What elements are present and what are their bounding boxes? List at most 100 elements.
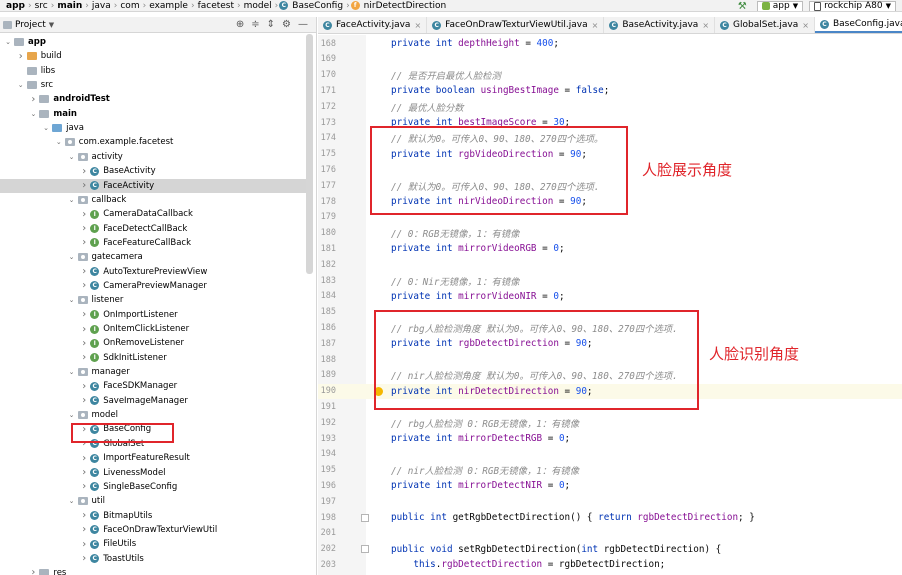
- chevron-right-icon[interactable]: ›: [80, 166, 88, 177]
- tree-item[interactable]: › C SingleBaseConfig: [0, 480, 310, 494]
- code-line[interactable]: 196 private int mirrorDetectNIR = 0;: [318, 478, 902, 493]
- tree-item[interactable]: ⌄ activity: [0, 150, 310, 164]
- minimize-icon[interactable]: —: [298, 19, 308, 30]
- chevron-right-icon[interactable]: ›: [80, 280, 88, 291]
- tree-item[interactable]: › C AutoTexturePreviewView: [0, 265, 310, 279]
- code-line[interactable]: 201: [318, 526, 902, 541]
- tree-item[interactable]: › build: [0, 49, 310, 63]
- chevron-right-icon[interactable]: ›: [80, 180, 88, 191]
- chevron-down-icon[interactable]: ⌄: [17, 81, 25, 89]
- gear-icon[interactable]: ⚙: [282, 19, 291, 30]
- chevron-down-icon[interactable]: ⌄: [68, 196, 76, 204]
- chevron-down-icon[interactable]: ⌄: [55, 138, 63, 146]
- close-icon[interactable]: ×: [702, 21, 709, 30]
- breadcrumb-item[interactable]: model: [242, 1, 274, 11]
- editor-tab[interactable]: C FaceOnDrawTexturViewUtil.java ×: [427, 17, 605, 33]
- tree-item[interactable]: › C SaveImageManager: [0, 394, 310, 408]
- tree-item[interactable]: › C BaseActivity: [0, 164, 310, 178]
- code-line[interactable]: 182: [318, 257, 902, 272]
- tree-item[interactable]: › C ToastUtils: [0, 552, 310, 566]
- tree-item[interactable]: › C LivenessModel: [0, 466, 310, 480]
- tree-item[interactable]: › C FaceOnDrawTexturViewUtil: [0, 523, 310, 537]
- chevron-right-icon[interactable]: ›: [80, 223, 88, 234]
- tree-item[interactable]: ⌄ util: [0, 494, 310, 508]
- tree-item[interactable]: › androidTest: [0, 92, 310, 106]
- code-line[interactable]: 198 public int getRgbDetectDirection() { …: [318, 510, 902, 525]
- close-icon[interactable]: ×: [592, 21, 599, 30]
- breadcrumb-item[interactable]: main: [55, 1, 84, 11]
- tree-item[interactable]: › C BitmapUtils: [0, 509, 310, 523]
- chevron-right-icon[interactable]: ›: [80, 381, 88, 392]
- tree-item[interactable]: › I CameraDataCallback: [0, 207, 310, 221]
- run-config-select[interactable]: app ▼: [756, 0, 804, 11]
- project-panel-title[interactable]: Project: [15, 20, 46, 30]
- code-line[interactable]: 170 // 是否开启最优人脸检测: [318, 68, 902, 83]
- code-line[interactable]: 169: [318, 52, 902, 67]
- code-line[interactable]: 197: [318, 494, 902, 509]
- tree-item[interactable]: ⌄ listener: [0, 293, 310, 307]
- chevron-right-icon[interactable]: ›: [80, 539, 88, 550]
- build-hammer-icon[interactable]: ⚒: [738, 1, 747, 12]
- tree-item[interactable]: › res: [0, 566, 310, 575]
- breadcrumb-item[interactable]: facetest: [196, 1, 236, 11]
- code-line[interactable]: 202 public void setRgbDetectDirection(int…: [318, 542, 902, 557]
- tree-item[interactable]: › I FaceDetectCallBack: [0, 222, 310, 236]
- code-line[interactable]: 171 private boolean usingBestImage = fals…: [318, 83, 902, 98]
- chevron-right-icon[interactable]: ›: [80, 266, 88, 277]
- device-select[interactable]: rockchip A80 ▼: [809, 0, 896, 11]
- chevron-down-icon[interactable]: ▼: [49, 21, 54, 29]
- breadcrumb-item[interactable]: java: [90, 1, 113, 11]
- chevron-right-icon[interactable]: ›: [17, 51, 25, 62]
- tree-item[interactable]: ⌄ callback: [0, 193, 310, 207]
- editor-tab[interactable]: C FaceActivity.java ×: [318, 17, 428, 33]
- tree-item[interactable]: ⌄ com.example.facetest: [0, 135, 310, 149]
- tree-item[interactable]: › C CameraPreviewManager: [0, 279, 310, 293]
- tree-item[interactable]: ⌄ manager: [0, 365, 310, 379]
- editor-tab[interactable]: C GlobalSet.java ×: [715, 17, 815, 33]
- tree-item[interactable]: › I SdkInitListener: [0, 351, 310, 365]
- editor-tab[interactable]: CBaseConfig.java×: [814, 17, 902, 33]
- chevron-right-icon[interactable]: ›: [80, 352, 88, 363]
- locate-icon[interactable]: ⊕: [236, 19, 244, 30]
- code-line[interactable]: 183 // 0：Nir无镜像，1：有镜像: [318, 273, 902, 288]
- code-line[interactable]: 193 private int mirrorDetectRGB = 0;: [318, 431, 902, 446]
- code-line[interactable]: 192 // rbg人脸检测 0：RGB无镜像，1：有镜像: [318, 415, 902, 430]
- close-icon[interactable]: ×: [414, 21, 421, 30]
- tree-item[interactable]: › C FileUtils: [0, 537, 310, 551]
- chevron-right-icon[interactable]: ›: [80, 309, 88, 320]
- tree-item[interactable]: ⌄ gatecamera: [0, 250, 310, 264]
- close-icon[interactable]: ×: [802, 21, 809, 30]
- chevron-right-icon[interactable]: ›: [80, 338, 88, 349]
- tree-item[interactable]: › C ImportFeatureResult: [0, 451, 310, 465]
- tree-item[interactable]: › C FaceActivity: [0, 178, 310, 193]
- breadcrumb-item[interactable]: nirDetectDirection: [362, 1, 449, 11]
- code-line[interactable]: 181 private int mirrorVideoRGB = 0;: [318, 241, 902, 256]
- tree-item[interactable]: libs: [0, 64, 310, 78]
- chevron-down-icon[interactable]: ⌄: [68, 253, 76, 261]
- code-line[interactable]: 168 private int depthHeight = 400;: [318, 36, 902, 51]
- tree-item[interactable]: ⌄ model: [0, 408, 310, 422]
- chevron-right-icon[interactable]: ›: [80, 524, 88, 535]
- tree-item[interactable]: › I OnImportListener: [0, 308, 310, 322]
- chevron-right-icon[interactable]: ›: [80, 209, 88, 220]
- collapse-icon[interactable]: ≑: [251, 19, 259, 30]
- chevron-right-icon[interactable]: ›: [80, 237, 88, 248]
- chevron-right-icon[interactable]: ›: [80, 553, 88, 564]
- chevron-right-icon[interactable]: ›: [80, 395, 88, 406]
- breadcrumb-item[interactable]: src: [33, 1, 50, 11]
- breadcrumb-item[interactable]: BaseConfig: [290, 1, 345, 11]
- code-line[interactable]: 180 // 0：RGB无镜像，1：有镜像: [318, 226, 902, 241]
- chevron-down-icon[interactable]: ⌄: [68, 411, 76, 419]
- chevron-right-icon[interactable]: ›: [29, 567, 37, 575]
- chevron-right-icon[interactable]: ›: [80, 510, 88, 521]
- editor-tab[interactable]: C BaseActivity.java ×: [604, 17, 716, 33]
- chevron-right-icon[interactable]: ›: [29, 94, 37, 105]
- tree-item[interactable]: › I OnRemoveListener: [0, 336, 310, 350]
- chevron-down-icon[interactable]: ⌄: [68, 296, 76, 304]
- fold-icon[interactable]: [361, 545, 369, 554]
- chevron-down-icon[interactable]: ⌄: [29, 110, 37, 118]
- code-line[interactable]: 195 // nir人脸检测 0：RGB无镜像，1：有镜像: [318, 463, 902, 478]
- expand-icon[interactable]: ⇕: [267, 19, 275, 30]
- code-line[interactable]: 184 private int mirrorVideoNIR = 0;: [318, 289, 902, 304]
- breadcrumb-item[interactable]: com: [118, 1, 141, 11]
